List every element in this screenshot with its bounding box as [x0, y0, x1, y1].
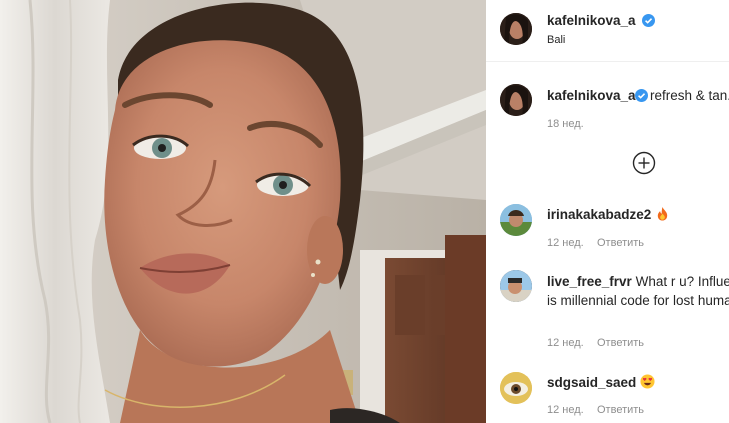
- author-avatar[interactable]: [500, 13, 532, 45]
- commenter-username[interactable]: sdgsaid_saed: [547, 375, 636, 390]
- verified-badge-icon: [642, 14, 655, 27]
- comment-text: sdgsaid_saed: [547, 373, 729, 392]
- caption-time[interactable]: 18 нед.: [547, 118, 584, 130]
- comment-time[interactable]: 12 нед.: [547, 237, 584, 249]
- fire-icon: [657, 206, 668, 221]
- verified-badge-icon: [635, 89, 648, 102]
- commenter-username[interactable]: live_free_frvr: [547, 274, 632, 289]
- post-header: kafelnikova_a Bali: [486, 0, 729, 62]
- reply-button[interactable]: Ответить: [597, 237, 644, 249]
- selfie-image: [0, 0, 486, 423]
- commenter-avatar[interactable]: [500, 270, 532, 302]
- reply-button[interactable]: Ответить: [597, 337, 644, 349]
- post-location[interactable]: Bali: [547, 34, 565, 46]
- comment-text: live_free_frvr What r u? Influencer, tha…: [547, 272, 729, 310]
- post-photo[interactable]: [0, 0, 486, 423]
- comment-time[interactable]: 12 нед.: [547, 337, 584, 349]
- commenter-avatar[interactable]: [500, 204, 532, 236]
- caption-text: refresh & tan.: [650, 88, 729, 103]
- comment-time[interactable]: 12 нед.: [547, 404, 584, 416]
- heart-eyes-icon: [640, 374, 655, 389]
- post-side-panel: kafelnikova_a Bali kafelnikova_a refresh…: [486, 0, 729, 423]
- commenter-avatar[interactable]: [500, 372, 532, 404]
- commenter-username[interactable]: irinakakabadze2: [547, 207, 651, 222]
- caption-author-avatar[interactable]: [500, 84, 532, 116]
- comment-text: irinakakabadze2: [547, 205, 729, 224]
- reply-button[interactable]: Ответить: [597, 404, 644, 416]
- caption-username[interactable]: kafelnikova_a: [547, 88, 636, 103]
- plus-circle-icon[interactable]: [632, 151, 656, 175]
- author-username[interactable]: kafelnikova_a: [547, 13, 636, 28]
